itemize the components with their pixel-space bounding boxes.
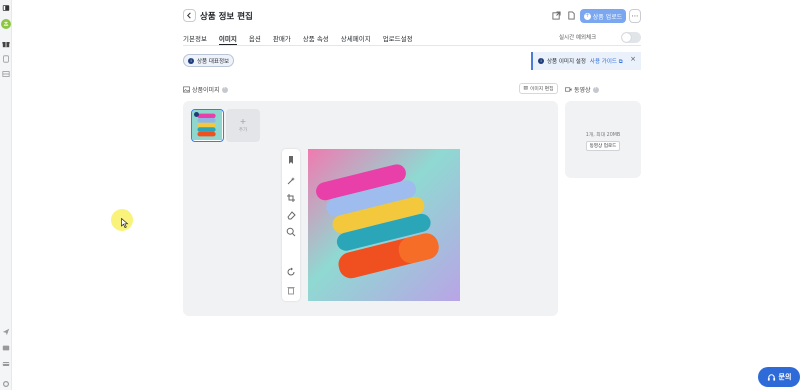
tab-upload-settings[interactable]: 업로드설정 [383, 30, 413, 46]
zoom-icon[interactable] [286, 227, 296, 237]
chat-icon[interactable] [2, 344, 10, 352]
bookmark-icon[interactable] [286, 155, 296, 165]
video-upload-button[interactable]: 동영상 업로드 [586, 141, 620, 151]
tabs-divider [183, 45, 641, 46]
product-image-preview [308, 149, 460, 301]
image-edit-toolbar [282, 149, 300, 301]
cursor-arrow-icon [121, 218, 129, 228]
tab-attributes[interactable]: 상품 속성 [303, 30, 329, 46]
document-icon[interactable] [2, 55, 10, 63]
eraser-icon[interactable] [286, 210, 296, 220]
send-icon[interactable] [2, 328, 10, 336]
page-header: 상품 정보 편집 + 상품 업로드 ⋯ [183, 8, 641, 24]
tab-basic-info[interactable]: 기본정보 [183, 30, 207, 46]
edit-image-button[interactable]: ▧ 이미지 편집 [519, 83, 558, 94]
plus-icon: + [583, 12, 591, 20]
video-icon [565, 87, 572, 92]
gift-icon[interactable] [2, 40, 10, 48]
tab-options[interactable]: 옵션 [249, 30, 261, 46]
tab-price[interactable]: 판매가 [273, 30, 291, 46]
toggle-knob [622, 33, 631, 42]
info-icon: i [188, 57, 194, 64]
plus-icon: + [239, 117, 247, 126]
product-upload-button[interactable]: + 상품 업로드 [580, 9, 626, 23]
external-link-icon[interactable] [552, 11, 561, 20]
store-icon[interactable] [2, 70, 10, 78]
settings-icon[interactable] [2, 380, 10, 388]
more-options-button[interactable]: ⋯ [629, 9, 641, 23]
sidebar-toggle-icon[interactable] [2, 4, 10, 12]
page-title: 상품 정보 편집 [200, 12, 253, 22]
product-representative-chip[interactable]: i 상품 대표정보 [183, 54, 235, 67]
external-link-icon: ⧉ [618, 58, 623, 65]
video-panel: 1개, 최대 20MB 동영상 업로드 [565, 101, 641, 178]
video-spec-text: 1개, 최대 20MB [585, 133, 621, 138]
info-banner: i 상품 이미지 설정 사용 가이드 ⧉ × [531, 52, 641, 70]
product-images-label: 상품이미지 ? [183, 85, 228, 94]
left-sidebar: 초 [0, 0, 12, 390]
inquiry-button[interactable]: 문의 [758, 367, 800, 387]
tab-images[interactable]: 이미지 [218, 30, 237, 46]
image-panel: + 추가 [183, 101, 558, 316]
video-label: 동영상 ? [565, 85, 599, 94]
close-icon[interactable]: × [630, 56, 636, 63]
document-icon[interactable] [567, 11, 576, 20]
rotate-icon[interactable] [286, 267, 296, 277]
info-icon: i [538, 58, 544, 64]
tab-bar: 기본정보 이미지 옵션 판매가 상품 속성 상세페이지 업로드설정 [183, 30, 425, 46]
tab-detail-page[interactable]: 상세페이지 [341, 30, 371, 46]
chevron-left-icon [187, 12, 191, 19]
image-edit-icon: ▧ [523, 86, 528, 91]
magic-wand-icon[interactable] [286, 176, 296, 186]
help-icon[interactable]: ? [221, 86, 228, 93]
add-image-slot[interactable]: + 추가 [226, 109, 260, 142]
usage-guide-link[interactable]: 사용 가이드 ⧉ [590, 57, 623, 66]
headset-icon [767, 373, 775, 381]
pencil-cases-image [308, 149, 460, 301]
realtime-check-label: 실시간 예외체크 [559, 35, 597, 41]
avatar[interactable]: 초 [1, 19, 11, 29]
image-icon [183, 86, 190, 93]
trash-icon[interactable] [286, 285, 296, 295]
back-button[interactable] [183, 9, 196, 22]
image-thumbnail[interactable] [191, 109, 224, 142]
realtime-check-toggle[interactable] [621, 32, 641, 43]
representative-badge [194, 112, 199, 117]
help-icon[interactable]: ? [592, 86, 599, 93]
crop-icon[interactable] [286, 193, 296, 203]
card-icon[interactable] [2, 360, 10, 368]
